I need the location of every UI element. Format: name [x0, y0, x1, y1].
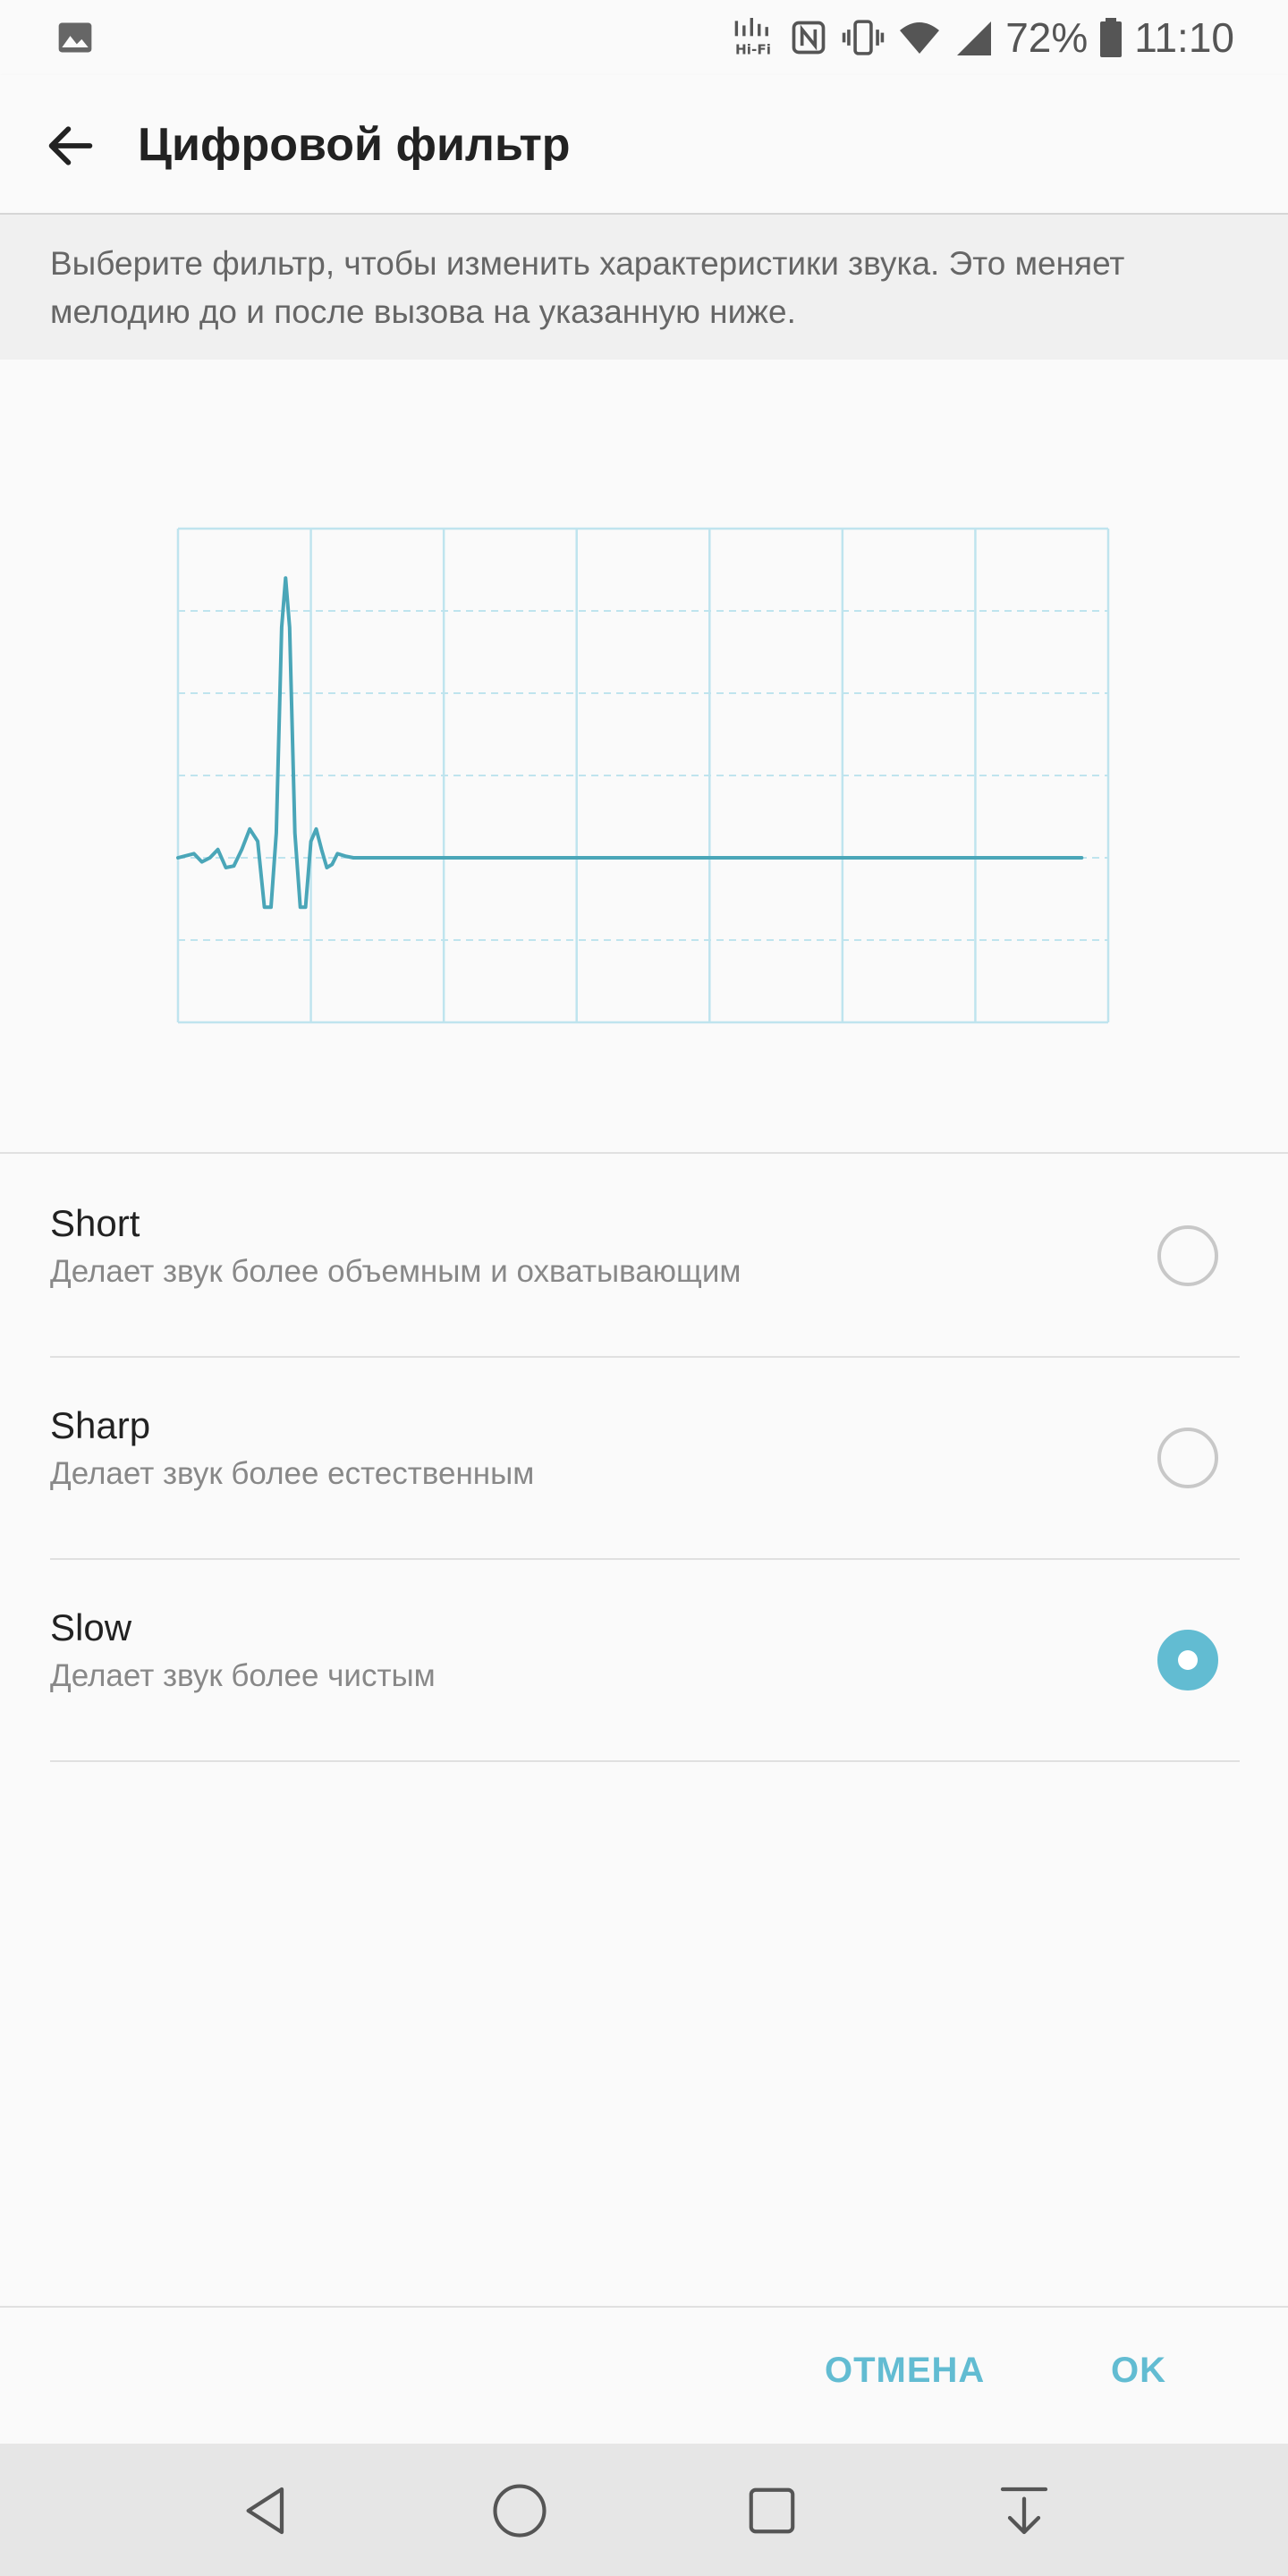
- svg-text:Hi-Fi: Hi-Fi: [735, 42, 771, 57]
- option-subtitle: Делает звук более чистым: [50, 1658, 436, 1693]
- option-title: Slow: [50, 1606, 132, 1648]
- page-title: Цифровой фильтр: [138, 119, 571, 171]
- home-circle-icon: [493, 2484, 547, 2538]
- radio-selected-dot: [1178, 1650, 1198, 1670]
- option-slow[interactable]: Slow Делает звук более чистым: [0, 1558, 1288, 1760]
- divider: [50, 1760, 1240, 1762]
- gallery-icon: [55, 18, 95, 62]
- description-panel: Выберите фильтр, чтобы изменить характер…: [0, 215, 1288, 360]
- nav-recents-button[interactable]: [739, 2478, 805, 2544]
- nfc-icon: [789, 18, 828, 57]
- dialog-actions: ОТМЕНА OK: [0, 2308, 1288, 2444]
- cancel-button[interactable]: ОТМЕНА: [825, 2351, 985, 2391]
- option-title: Short: [50, 1202, 140, 1244]
- wifi-icon: [898, 18, 941, 57]
- radio-short[interactable]: [1157, 1225, 1218, 1286]
- vibrate-icon: [841, 18, 886, 57]
- notification-down-icon: [1000, 2487, 1048, 2535]
- status-icons: Hi-Fi 72% 11:10: [730, 9, 1234, 66]
- nav-back-button[interactable]: [234, 2478, 301, 2544]
- option-sharp[interactable]: Sharp Делает звук более естественным: [0, 1356, 1288, 1558]
- recents-square-icon: [749, 2487, 795, 2534]
- filter-chart-area: [0, 360, 1288, 1152]
- nav-home-button[interactable]: [487, 2478, 553, 2544]
- battery-percent: 72%: [1005, 14, 1089, 61]
- battery-icon: [1100, 18, 1123, 57]
- navigation-bar: [0, 2444, 1288, 2576]
- impulse-response-chart: [176, 527, 1110, 1024]
- ok-button[interactable]: OK: [1111, 2351, 1166, 2391]
- description-text: Выберите фильтр, чтобы изменить характер…: [50, 245, 1125, 330]
- option-short[interactable]: Short Делает звук более объемным и охват…: [0, 1154, 1288, 1356]
- back-triangle-icon: [246, 2487, 284, 2535]
- impulse-response-line: [176, 576, 1084, 910]
- back-button[interactable]: [36, 111, 106, 181]
- signal-icon: [953, 18, 993, 57]
- clock: 11:10: [1134, 14, 1234, 61]
- radio-slow[interactable]: [1157, 1630, 1218, 1690]
- option-title: Sharp: [50, 1404, 151, 1446]
- option-subtitle: Делает звук более объемным и охватывающи…: [50, 1254, 741, 1289]
- nav-notification-button[interactable]: [991, 2478, 1057, 2544]
- radio-sharp[interactable]: [1157, 1428, 1218, 1488]
- app-bar: Цифровой фильтр: [0, 75, 1288, 215]
- hifi-icon: Hi-Fi: [730, 18, 776, 57]
- option-subtitle: Делает звук более естественным: [50, 1456, 535, 1491]
- arrow-back-icon: [48, 126, 93, 165]
- status-bar: Hi-Fi 72% 11:10: [0, 0, 1288, 75]
